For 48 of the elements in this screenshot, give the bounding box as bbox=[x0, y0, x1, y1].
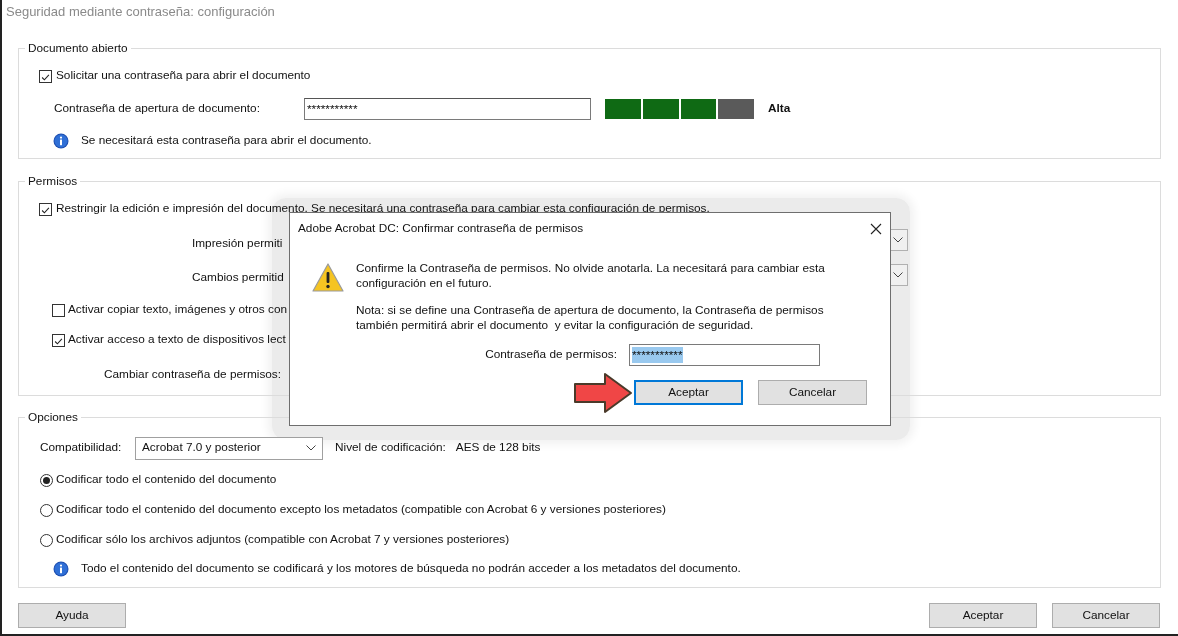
checkbox[interactable] bbox=[39, 69, 52, 83]
field-label: Impresión permiti bbox=[192, 235, 283, 252]
window-title: Seguridad mediante contraseña: configuración bbox=[5, 3, 275, 20]
field-label: Compatibilidad: bbox=[40, 439, 123, 457]
checkbox[interactable] bbox=[39, 202, 52, 216]
radio-button[interactable] bbox=[40, 503, 53, 517]
arrow-icon bbox=[573, 372, 633, 414]
dialog-message: Confirme la Contraseña de permisos. No olvide anotarla. La necesitará para cambiar esta configuración en el futuro. bbox=[356, 261, 826, 291]
checkbox[interactable] bbox=[52, 303, 65, 317]
info-icon bbox=[53, 133, 69, 149]
group-title: Permisos bbox=[27, 173, 79, 189]
warning-icon bbox=[312, 263, 344, 292]
checkbox-label: Solicitar una contraseña para abrir el documento bbox=[56, 67, 311, 85]
close-icon[interactable] bbox=[870, 222, 882, 235]
group-title: Documento abierto bbox=[27, 40, 129, 56]
info-icon bbox=[53, 561, 69, 577]
radio-button[interactable] bbox=[40, 473, 53, 487]
cancel-button[interactable]: Cancelar bbox=[1052, 603, 1160, 628]
radio-label: Codificar sólo los archivos adjuntos (compatible con Acrobat 7 y versiones posteriores) bbox=[56, 531, 510, 549]
field-label: Contraseña de apertura de documento: bbox=[54, 100, 261, 118]
info-text: Se necesitará esta contraseña para abrir el documento. bbox=[81, 132, 372, 150]
field-label: Nivel de codificación: bbox=[335, 439, 446, 457]
checkbox-label: Restringir la edición e impresión del documento. Se necesitará una contraseña para cambiar esta configuración de permisos. bbox=[56, 200, 710, 218]
checkbox-label: Activar acceso a texto de dispositivos lect bbox=[68, 331, 286, 349]
dialog-note: Nota: si se define una Contraseña de apertura de documento, la Contraseña de permisos también permitirá abrir el documento y evitar la configuración de seguridad. bbox=[356, 303, 825, 333]
field-value: AES de 128 bits bbox=[455, 439, 541, 457]
dialog-title: Adobe Acrobat DC: Confirmar contraseña de permisos bbox=[298, 219, 584, 237]
ok-button[interactable]: Aceptar bbox=[929, 603, 1037, 628]
chevron-down-icon bbox=[893, 272, 903, 278]
radio-label: Codificar todo el contenido del documento excepto los metadatos (compatible con Acrobat 6 y versiones posteriores) bbox=[56, 501, 666, 519]
password-field[interactable]: *********** bbox=[629, 344, 820, 366]
checkbox-label: Activar copiar texto, imágenes y otros con bbox=[68, 301, 287, 319]
group-title: Opciones bbox=[27, 409, 79, 425]
field-label: Contraseña de permisos: bbox=[485, 346, 617, 364]
checkbox[interactable] bbox=[52, 333, 65, 347]
radio-label: Codificar todo el contenido del documento bbox=[56, 471, 277, 489]
field-label: Cambiar contraseña de permisos: bbox=[104, 366, 282, 383]
dialog-button[interactable]: Cancelar bbox=[758, 380, 867, 405]
compatibility-dropdown[interactable]: Acrobat 7.0 y posterior bbox=[135, 436, 323, 460]
field-label: Cambios permitid bbox=[192, 269, 284, 286]
strength-reading: Alta bbox=[768, 100, 791, 118]
chevron-down-icon bbox=[893, 237, 903, 243]
info-text: Todo el contenido del documento se codificará y los motores de búsqueda no podrán acceder a los metadatos del documento. bbox=[81, 560, 741, 578]
dialog-button[interactable]: Aceptar bbox=[634, 380, 743, 405]
help-button[interactable]: Ayuda bbox=[18, 603, 126, 628]
radio-button[interactable] bbox=[40, 533, 53, 547]
chevron-down-icon bbox=[306, 445, 316, 451]
password-field[interactable]: *********** bbox=[304, 98, 591, 120]
